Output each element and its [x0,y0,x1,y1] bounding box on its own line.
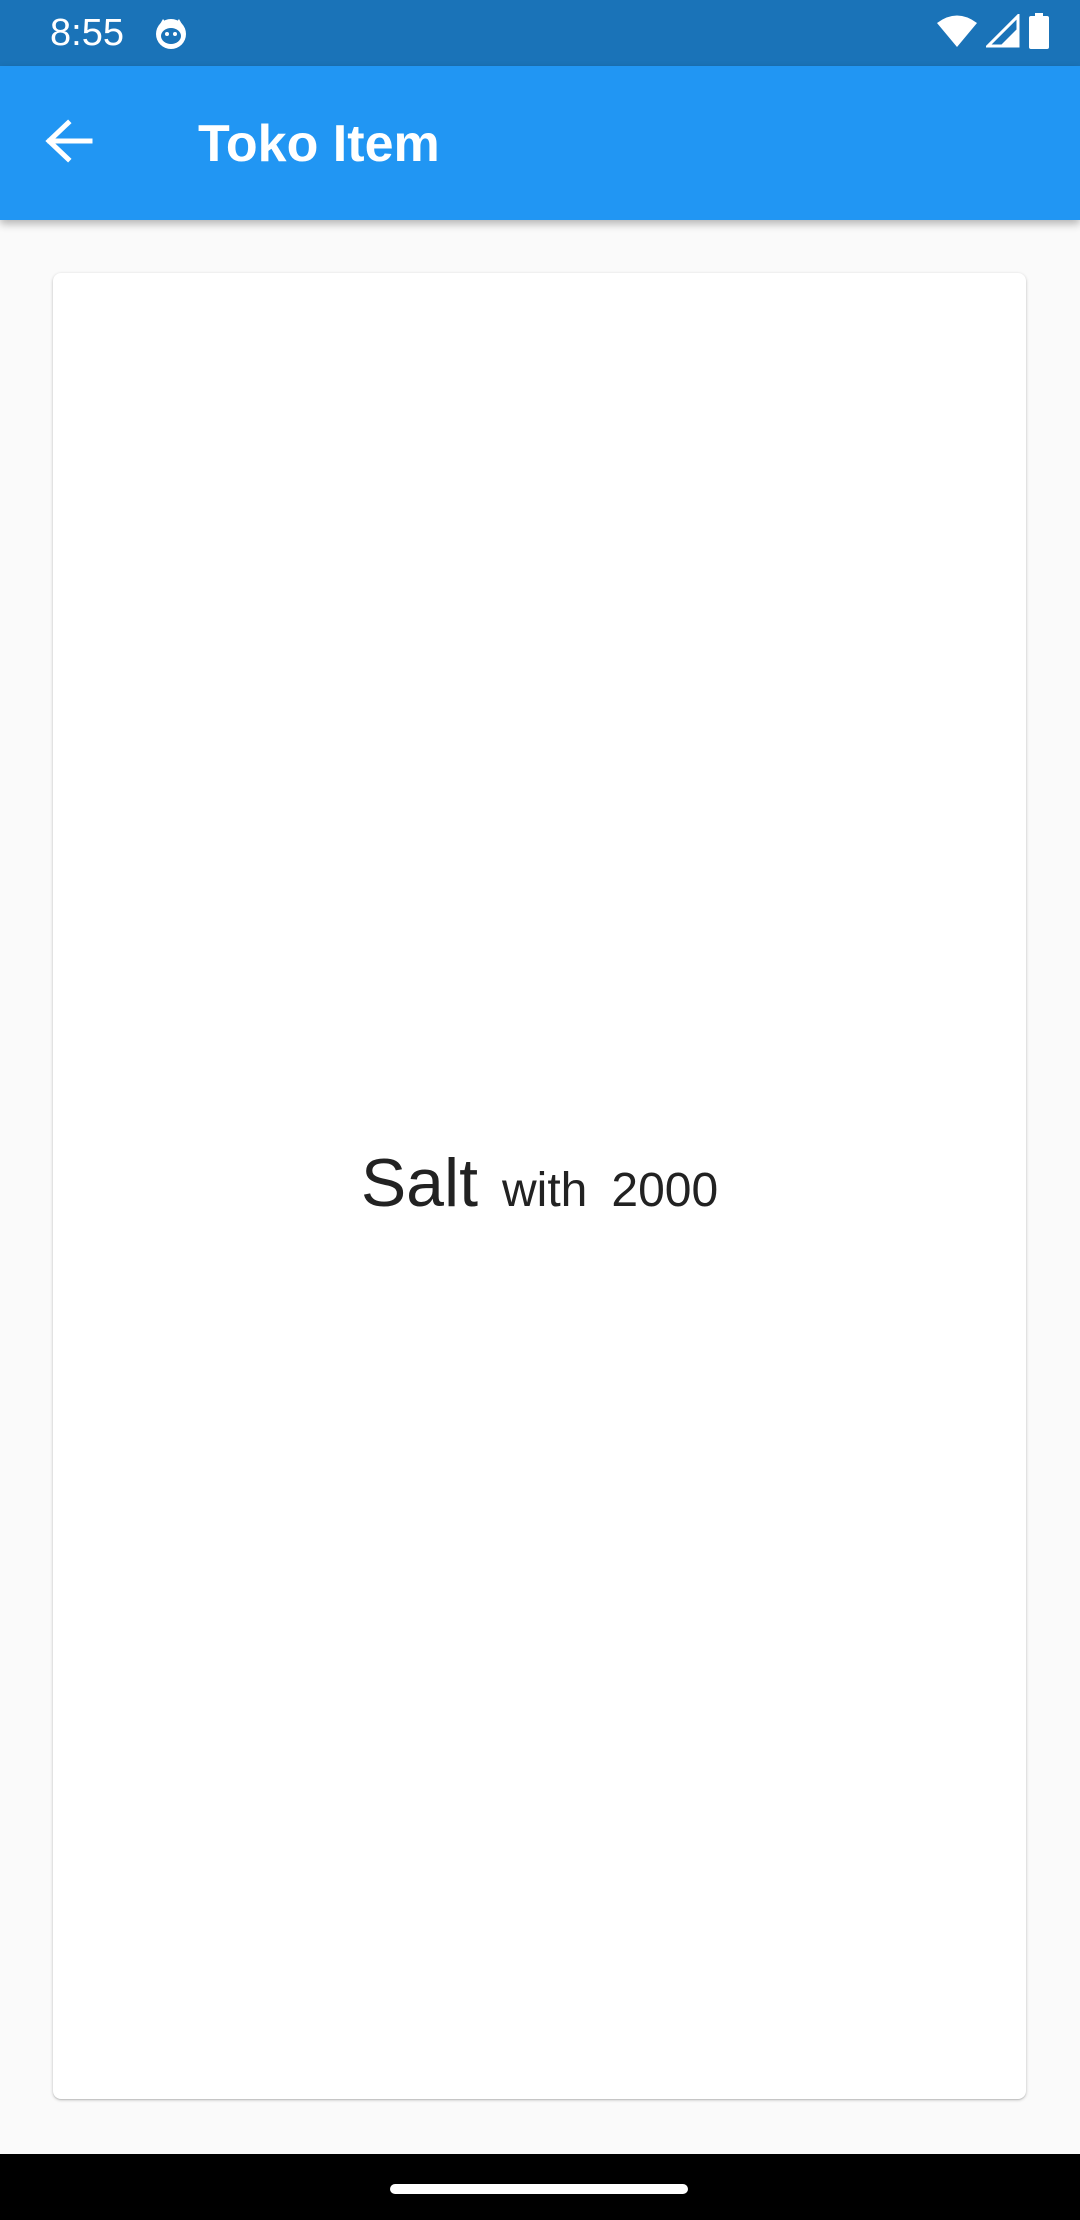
navigation-bar [0,2154,1080,2220]
signal-icon [984,11,1020,53]
home-gesture-handle[interactable] [390,2184,688,2194]
status-bar: 8:55 [0,0,1080,66]
arrow-back-icon [44,118,94,168]
item-summary: Salt with 2000 [53,1143,1026,1231]
wifi-icon [936,14,978,53]
page-title: Toko Item [198,115,440,173]
status-icons [936,11,1050,54]
item-name: Salt [360,1145,479,1221]
back-button[interactable] [34,108,104,178]
screen: 8:55 Toko Item Salt with 2000 [0,0,1080,2220]
item-connector: with [502,1164,588,1217]
battery-icon [1028,12,1050,54]
cat-face-icon [154,16,188,50]
item-price: 2000 [611,1164,719,1217]
item-card: Salt with 2000 [53,273,1026,2099]
status-time: 8:55 [50,12,124,54]
app-bar: Toko Item [0,66,1080,220]
